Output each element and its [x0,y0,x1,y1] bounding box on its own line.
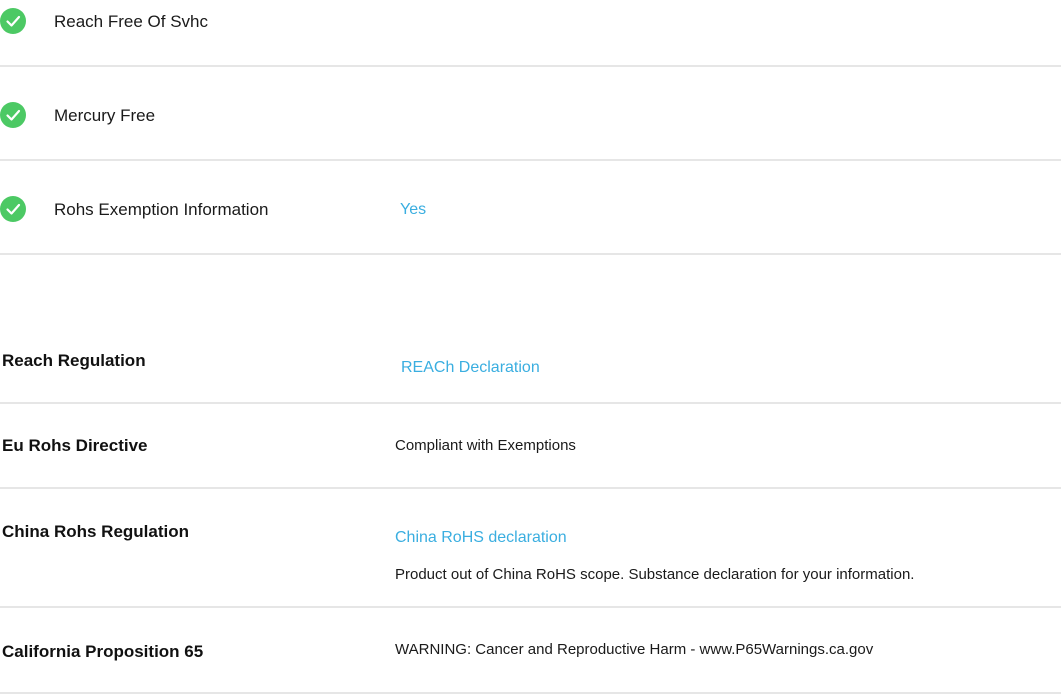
divider [0,65,1061,67]
compliance-check-mercury-free: Mercury Free [0,100,1061,130]
eu-rohs-status: Compliant with Exemptions [395,437,576,454]
california-prop-65-warning: WARNING: Cancer and Reproductive Harm - … [395,641,874,658]
compliance-check-rohs-exemption: Rohs Exemption Information Yes [0,194,1061,224]
china-rohs-scope-text: Product out of China RoHS scope. Substan… [395,566,915,583]
compliance-check-label: Mercury Free [54,106,156,125]
divider [0,606,1061,608]
compliance-check-reach-svhc: Reach Free Of Svhc [0,6,1061,36]
divider [0,692,1061,694]
china-rohs-declaration-link[interactable]: China RoHS declaration [395,529,567,547]
compliance-check-label: Rohs Exemption Information [54,200,269,219]
check-circle-icon [0,196,26,222]
rohs-exemption-yes-link[interactable]: Yes [400,201,426,219]
divider [0,487,1061,489]
regulation-label-reach: Reach Regulation [2,351,146,370]
reach-declaration-link[interactable]: REACh Declaration [401,359,540,377]
regulation-label-china-rohs: China Rohs Regulation [2,522,189,541]
compliance-check-label: Reach Free Of Svhc [54,12,209,31]
divider [0,253,1061,255]
divider [0,159,1061,161]
regulation-label-eu-rohs: Eu Rohs Directive [2,436,148,455]
divider [0,402,1061,404]
regulation-label-california-prop-65: California Proposition 65 [2,642,204,661]
check-circle-icon [0,102,26,128]
check-circle-icon [0,8,26,34]
